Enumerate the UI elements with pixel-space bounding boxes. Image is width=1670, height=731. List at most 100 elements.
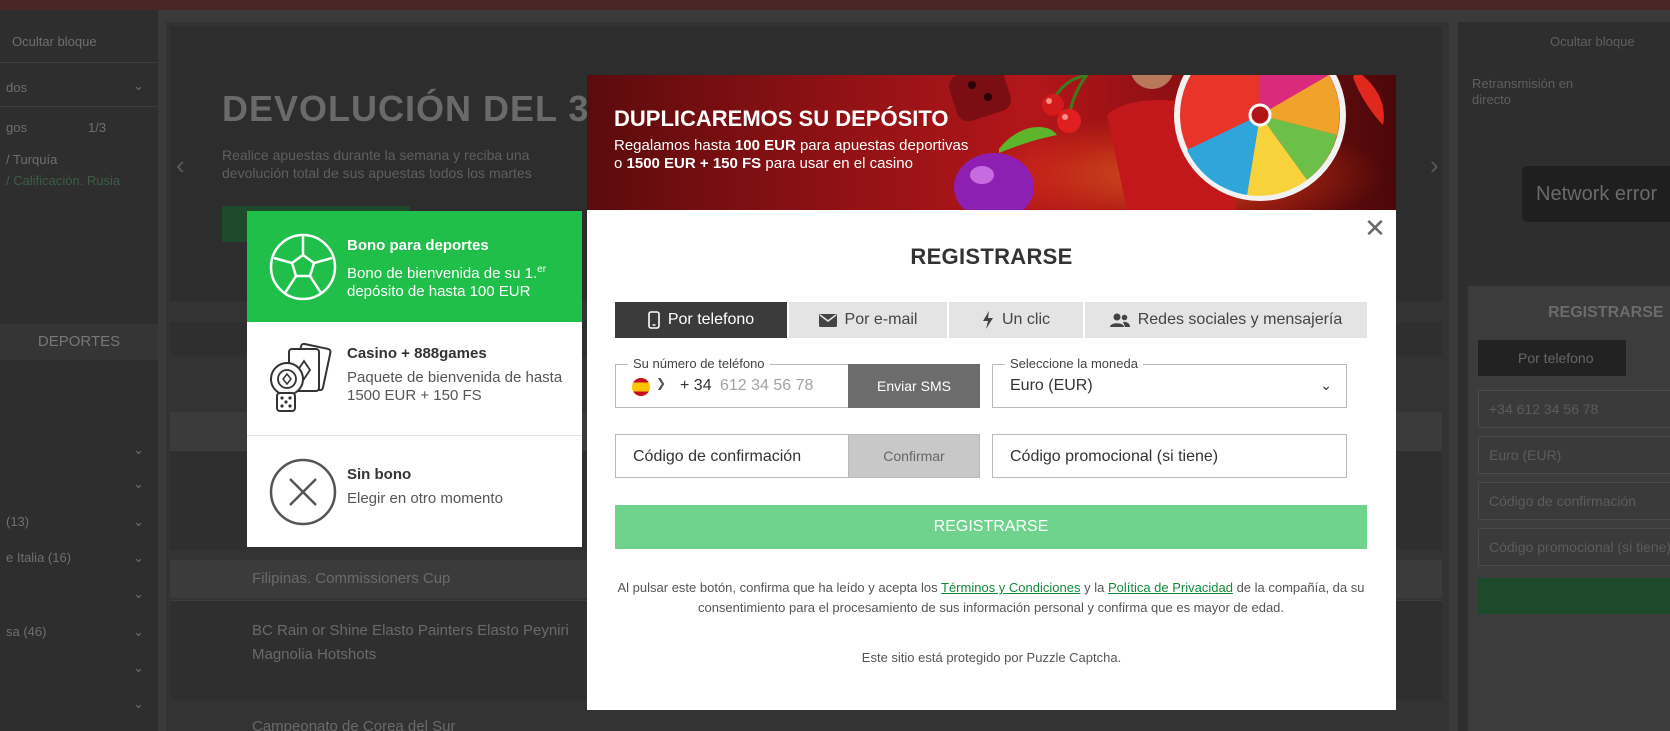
bonus-description-part: Bono de bienvenida de su 1. (347, 265, 538, 282)
phone-icon (648, 311, 660, 329)
bonus-title: Sin bono (347, 466, 412, 483)
promo-text-part: Regalamos hasta (614, 137, 735, 154)
currency-select[interactable]: Seleccione la moneda Euro (EUR) ⌄ (992, 356, 1347, 408)
captcha-notice: Este sitio está protegido por Puzzle Cap… (861, 650, 1122, 665)
side-currency-field[interactable]: Euro (EUR) (1478, 436, 1670, 474)
side-register-button[interactable] (1478, 578, 1670, 614)
currency-value: Euro (EUR) (1010, 377, 1093, 394)
phone-input[interactable] (720, 373, 840, 399)
side-code-field[interactable]: Código de confirmación (1478, 482, 1670, 520)
left-sidebar: Ocultar bloque dos ⌄ gos 1/3 / Turquía /… (0, 10, 158, 731)
bonus-description: Paquete de bienvenida de hasta 1500 EUR … (347, 369, 563, 404)
promo-code-input[interactable] (1010, 444, 1330, 470)
chili-icon (1353, 75, 1384, 125)
chevron-down-icon[interactable]: ❯ (656, 376, 666, 390)
soccer-ball-icon (269, 233, 337, 301)
chevron-down-icon[interactable]: ⌄ (133, 514, 144, 530)
bonus-selector: Bono para deportes Bono de bienvenida de… (247, 211, 582, 547)
close-icon[interactable]: ✕ (1364, 215, 1386, 241)
bonus-description: Elegir en otro momento (347, 490, 503, 507)
promo-title: DUPLICAREMOS SU DEPÓSITO (614, 106, 949, 131)
sidebar-label[interactable]: dos (6, 80, 27, 95)
top-strip (0, 0, 1670, 10)
network-error-toast: Network error (1522, 166, 1670, 222)
tab-email[interactable]: Por e-mail (789, 302, 947, 338)
promo-text-part: para usar en el casino (761, 155, 913, 172)
sports-section-header[interactable]: DEPORTES (0, 324, 158, 360)
promo-text: Regalamos hasta 100 EUR para apuestas de… (614, 137, 1014, 173)
side-promo-field[interactable]: Código promocional (si tiene) (1478, 528, 1670, 566)
chevron-down-icon[interactable]: ⌄ (133, 660, 144, 676)
bonus-title: Casino + 888games (347, 345, 487, 362)
confirmation-code-input[interactable] (633, 444, 833, 470)
event-league[interactable]: Campeonato de Corea del Sur (252, 718, 455, 731)
sidebar-label: gos (6, 120, 27, 135)
carousel-next-icon[interactable]: › (1430, 150, 1439, 181)
side-tab-phone[interactable]: Por telefono (1478, 340, 1626, 376)
banner-title: DEVOLUCIÓN DEL 3% (222, 88, 623, 129)
casino-chips-cards-icon (270, 343, 332, 412)
tab-one-click[interactable]: Un clic (949, 302, 1083, 338)
bonus-option-none[interactable]: Sin bono Elegir en otro momento (247, 436, 582, 547)
promo-text-part: o (614, 155, 627, 172)
spain-flag-icon[interactable] (632, 378, 650, 396)
hide-block-label[interactable]: Ocultar bloque (1550, 34, 1635, 49)
phone-field: Su número de teléfono ❯ + 34 Enviar SMS (615, 356, 980, 408)
phone-field-label: Su número de teléfono (628, 356, 770, 371)
bonus-title: Bono para deportes (347, 237, 489, 254)
banner-text: Realice apuestas durante la semana y rec… (222, 147, 532, 181)
chevron-down-icon[interactable]: ⌄ (133, 696, 144, 712)
chevron-down-icon[interactable]: ⌄ (133, 78, 144, 94)
ordinal-suffix: er (537, 264, 547, 275)
legal-text-part: Al pulsar este botón, confirma que ha le… (617, 580, 942, 595)
promo-casino-amount: 1500 EUR + 150 FS (626, 155, 762, 172)
chevron-down-icon[interactable]: ⌄ (133, 476, 144, 492)
legal-text: Al pulsar este botón, confirma que ha le… (615, 578, 1367, 618)
sidebar-label[interactable]: / Calificación. Rusia (6, 173, 120, 188)
promo-text-part: para apuestas deportivas (795, 137, 969, 154)
carousel-prev-icon[interactable]: ‹ (176, 150, 185, 181)
promo-sports-amount: 100 EUR (734, 137, 796, 154)
chevron-down-icon[interactable]: ⌄ (133, 442, 144, 458)
promo-header: DUPLICAREMOS SU DEPÓSITO Regalamos hasta… (587, 75, 1396, 210)
sidebar-label[interactable]: sa (46) (6, 624, 46, 639)
tab-label: Por e-mail (844, 311, 918, 328)
confirm-button[interactable]: Confirmar (848, 434, 980, 478)
event-league[interactable]: Filipinas. Commissioners Cup (252, 570, 450, 587)
registration-tabs: Por telefono Por e-mail Un clic Redes so… (615, 302, 1367, 338)
bonus-description-part: depósito de hasta 100 EUR (347, 283, 531, 300)
sidebar-label[interactable]: / Turquía (6, 152, 57, 167)
cherries-icon (1042, 75, 1089, 133)
privacy-link[interactable]: Política de Privacidad (1108, 580, 1233, 595)
chevron-down-icon: ⌄ (1320, 377, 1332, 393)
chevron-down-icon[interactable]: ⌄ (133, 550, 144, 566)
sidebar-label[interactable]: (13) (6, 514, 29, 529)
currency-label: Seleccione la moneda (1005, 356, 1143, 371)
country-prefix: + 34 (680, 377, 712, 394)
side-register-title: REGISTRARSE (1548, 304, 1664, 321)
lightning-icon (982, 311, 993, 329)
bonus-option-sports[interactable]: Bono para deportes Bono de bienvenida de… (247, 211, 582, 322)
terms-link[interactable]: Términos y Condiciones (941, 580, 1080, 595)
tab-social[interactable]: Redes sociales y mensajería (1085, 302, 1367, 338)
legal-text-part: y la (1080, 580, 1108, 595)
chevron-down-icon[interactable]: ⌄ (133, 586, 144, 602)
promo-code-field (992, 434, 1347, 478)
side-phone-field[interactable]: +34 612 34 56 78 (1478, 390, 1670, 428)
users-icon (1109, 313, 1130, 327)
register-button[interactable]: REGISTRARSE (615, 505, 1367, 549)
event-team[interactable]: Magnolia Hotshots (252, 646, 376, 663)
chevron-down-icon[interactable]: ⌄ (133, 624, 144, 640)
event-team[interactable]: BC Rain or Shine Elasto Painters Elasto … (252, 622, 569, 639)
sidebar-label[interactable]: e Italia (16) (6, 550, 71, 565)
page-counter: 1/3 (88, 120, 107, 135)
bonus-description: Bono de bienvenida de su 1.er depósito d… (347, 261, 572, 301)
modal-title: REGISTRARSE (910, 244, 1073, 269)
tab-phone[interactable]: Por telefono (615, 302, 787, 338)
send-sms-button[interactable]: Enviar SMS (848, 364, 980, 408)
tab-label: Redes sociales y mensajería (1137, 311, 1343, 328)
bonus-option-casino[interactable]: Casino + 888games Paquete de bienvenida … (247, 322, 582, 436)
hide-block-label[interactable]: Ocultar bloque (12, 34, 97, 49)
envelope-icon (818, 313, 837, 327)
no-bonus-x-icon (269, 458, 337, 526)
